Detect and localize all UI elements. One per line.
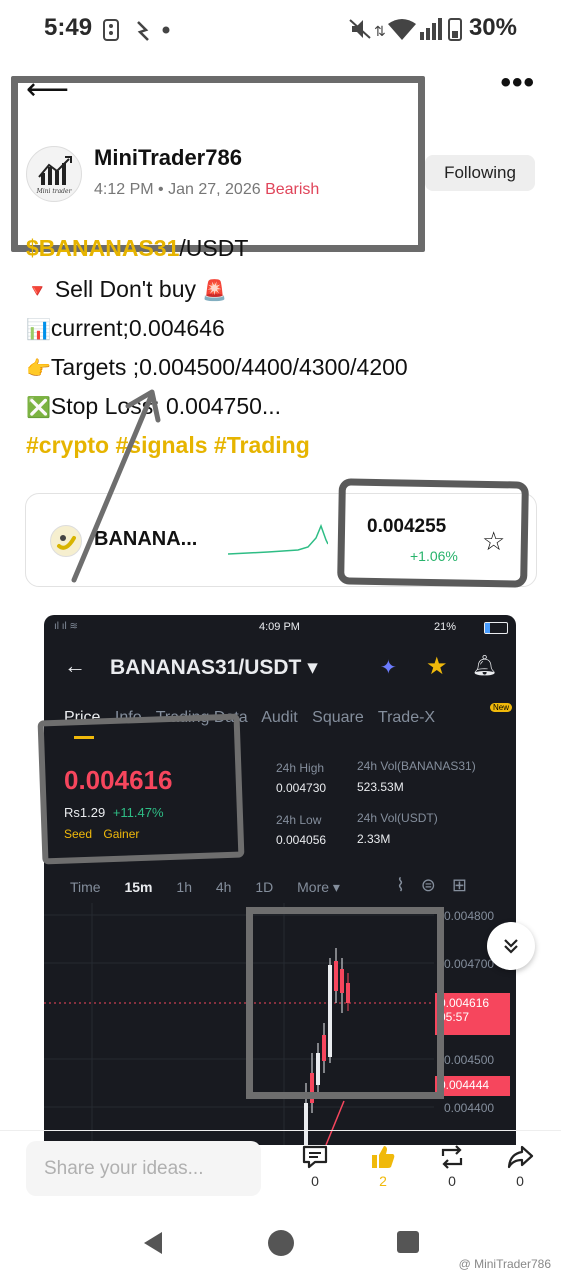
- embedded-axis-tick-4500: 0.004500: [444, 1053, 495, 1067]
- embedded-vol-base-label: 24h Vol(BANANAS31): [357, 759, 476, 773]
- status-bar: 5:49 ⇅ 30%: [0, 0, 561, 58]
- ticker-link[interactable]: $BANANAS31: [26, 235, 179, 261]
- annotation-rectangle-card-price: [337, 478, 529, 588]
- post-line-targets: 👉Targets ;0.004500/4400/4300/4200: [26, 354, 408, 381]
- siren-icon: 🚨: [202, 280, 228, 302]
- repost-icon: [441, 1145, 463, 1169]
- share-ideas-input[interactable]: Share your ideas...: [26, 1141, 261, 1196]
- sell-text: Sell Don't buy: [54, 276, 197, 302]
- nav-back-icon[interactable]: [140, 1230, 166, 1256]
- status-notification-icons: [103, 19, 170, 41]
- hashtag-trading[interactable]: #Trading: [214, 432, 310, 458]
- svg-text:⇅: ⇅: [374, 24, 386, 40]
- embedded-current-price-value: 0.004616: [439, 996, 490, 1010]
- chart-icon: 📊: [26, 319, 51, 341]
- scroll-down-button[interactable]: [487, 922, 535, 970]
- embedded-back-icon: ←: [64, 653, 86, 678]
- embedded-vol-quote-value: 2.33M: [357, 832, 391, 846]
- embedded-current-price-tag: 0.004616 05:57: [435, 993, 510, 1035]
- annotation-rectangle-header: [11, 76, 425, 252]
- embedded-low-value: 0.004056: [276, 833, 327, 847]
- embedded-interval-1d: 1D: [255, 879, 274, 895]
- embedded-high-value: 0.004730: [276, 781, 327, 795]
- like-button[interactable]: 2: [358, 1144, 408, 1189]
- more-options-icon[interactable]: •••: [500, 66, 535, 100]
- battery-percent: 30%: [468, 14, 517, 41]
- targets-text: Targets ;0.004500/4400/4300/4200: [50, 354, 408, 380]
- comment-count: 0: [311, 1173, 319, 1189]
- embedded-tab-square: Square: [312, 709, 364, 726]
- embedded-axis-tick-4800: 0.004800: [444, 909, 495, 923]
- nav-home-icon[interactable]: [267, 1229, 295, 1257]
- embedded-more-caret: ▾: [329, 879, 340, 895]
- embedded-pair-label: BANANAS31/USDT: [110, 656, 302, 679]
- embedded-countdown: 05:57: [439, 1010, 470, 1024]
- annotation-arrow: [71, 389, 161, 583]
- embedded-ai-icon: ✦: [380, 657, 397, 679]
- embedded-chart-tool-icons: ⌇⊜⊞: [396, 875, 483, 895]
- embedded-battery-value: 21: [434, 621, 447, 633]
- embedded-low-tag: 0.004444: [435, 1076, 510, 1096]
- post-line-current: 📊current;0.004646: [26, 315, 225, 342]
- following-button[interactable]: Following: [425, 155, 535, 191]
- embedded-axis-tick-4700: 0.004700: [444, 957, 495, 971]
- share-button[interactable]: 0: [495, 1144, 545, 1189]
- bottom-divider: [0, 1130, 561, 1131]
- comment-button[interactable]: 0: [290, 1144, 340, 1189]
- pointing-hand-icon: 👉: [26, 358, 51, 380]
- embedded-bell-icon: 🔔︎: [472, 655, 498, 677]
- thumbs-up-icon: [372, 1146, 395, 1168]
- status-system-icons: ⇅: [349, 18, 462, 41]
- post-line-pair: $BANANAS31/USDT: [26, 235, 248, 261]
- embedded-interval-4h: 4h: [215, 879, 232, 895]
- embedded-interval-1h: 1h: [176, 879, 192, 895]
- embedded-new-badge: New: [490, 703, 513, 712]
- annotation-rectangle-price: [37, 713, 245, 865]
- watermark: @ MiniTrader786: [458, 1257, 551, 1271]
- embedded-low-label: 24h Low: [276, 813, 322, 827]
- embedded-axis-tick-4400: 0.004400: [444, 1101, 495, 1115]
- cross-mark-icon: ❎: [26, 397, 51, 419]
- embedded-intervals: Time 15m 1h 4h 1D More ▾: [70, 879, 340, 896]
- embedded-vol-quote-label: 24h Vol(USDT): [357, 811, 438, 825]
- repost-button[interactable]: 0: [427, 1144, 477, 1189]
- annotation-rectangle-chart: [246, 907, 444, 1099]
- current-text: current;0.004646: [50, 315, 225, 341]
- embedded-interval-15m: 15m: [124, 879, 153, 895]
- share-arrow-icon: [507, 1145, 534, 1169]
- embedded-high-label: 24h High: [276, 761, 325, 775]
- embedded-interval-more: More: [297, 879, 330, 895]
- embedded-vol-base-value: 523.53M: [357, 780, 404, 794]
- pair-quote: /USDT: [179, 235, 249, 261]
- nav-recents-icon[interactable]: [396, 1230, 420, 1254]
- status-time: 5:49: [44, 14, 93, 41]
- embedded-battery: 21%: [434, 621, 457, 633]
- embedded-tab-audit: Audit: [261, 709, 298, 726]
- coin-sparkline: [228, 523, 328, 555]
- embedded-status-time: 4:09 PM: [259, 621, 300, 633]
- embedded-battery-icon: [484, 622, 508, 634]
- share-count: 0: [516, 1173, 524, 1189]
- repost-count: 0: [448, 1173, 456, 1189]
- embedded-interval-time: Time: [70, 879, 101, 895]
- double-chevron-down-icon: [504, 939, 518, 954]
- down-triangle-icon: 🔻: [26, 281, 49, 301]
- embedded-tab-tradex: Trade-X: [377, 709, 436, 726]
- embedded-star-icon: ★: [426, 653, 448, 680]
- embedded-signal-icons: ıl ıl ≋: [54, 621, 78, 632]
- post-line-sell: 🔻 Sell Don't buy 🚨: [26, 276, 227, 303]
- embedded-pair: BANANAS31/USDT ▾: [110, 656, 318, 679]
- comment-icon: [302, 1145, 328, 1169]
- like-count: 2: [379, 1173, 387, 1189]
